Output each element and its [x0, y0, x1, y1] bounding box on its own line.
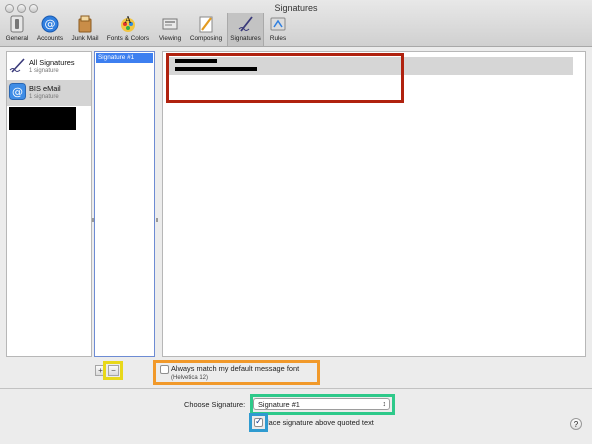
junk-mail-icon [78, 15, 92, 33]
toolbar-junk-mail[interactable]: Junk Mail [68, 15, 102, 46]
svg-text:@: @ [12, 86, 23, 99]
account-all-signatures[interactable]: All Signatures 1 signature [7, 54, 91, 80]
window-title: Signatures [274, 3, 318, 13]
toolbar-signatures[interactable]: Signatures [227, 15, 264, 46]
rules-icon [270, 17, 286, 31]
viewing-icon [162, 18, 178, 30]
toolbar-accounts[interactable]: @ Accounts [33, 15, 67, 46]
place-above-label: lace signature above quoted text [267, 418, 374, 427]
divider [0, 388, 592, 389]
annotation-yellow-box [103, 361, 123, 380]
annotation-orange-box [153, 360, 320, 385]
annotation-blue-box [249, 413, 268, 432]
toolbar-rules[interactable]: Rules [266, 15, 290, 46]
annotation-green-box [250, 394, 395, 415]
composing-pencil-icon [199, 16, 213, 33]
toolbar-fonts-colors[interactable]: A Fonts & Colors [104, 15, 152, 46]
splitter-handle[interactable] [156, 218, 158, 222]
signature-list[interactable]: Signature #1 [94, 51, 155, 357]
fonts-colors-icon: A [121, 16, 135, 32]
at-sign-icon: @ [9, 83, 26, 100]
signature-pen-icon [9, 58, 25, 73]
toolbar-general[interactable]: General [3, 15, 31, 46]
signature-list-item[interactable]: Signature #1 [96, 53, 153, 63]
annotation-red-box [166, 53, 404, 103]
svg-text:A: A [124, 16, 132, 26]
accounts-list[interactable]: All Signatures 1 signature @ BIS eMail 1… [6, 51, 92, 357]
toolbar-viewing[interactable]: Viewing [154, 15, 186, 46]
general-switch-icon [10, 15, 24, 33]
signature-pen-icon [238, 16, 253, 32]
help-button[interactable]: ? [570, 418, 582, 430]
svg-text:@: @ [45, 18, 56, 31]
account-bis-email[interactable]: @ BIS eMail 1 signature [7, 80, 91, 106]
at-sign-icon: @ [41, 15, 59, 33]
help-label: ? [573, 420, 579, 429]
toolbar-composing[interactable]: Composing [187, 15, 225, 46]
redacted-account [9, 107, 76, 130]
choose-signature-label: Choose Signature: [184, 400, 246, 409]
